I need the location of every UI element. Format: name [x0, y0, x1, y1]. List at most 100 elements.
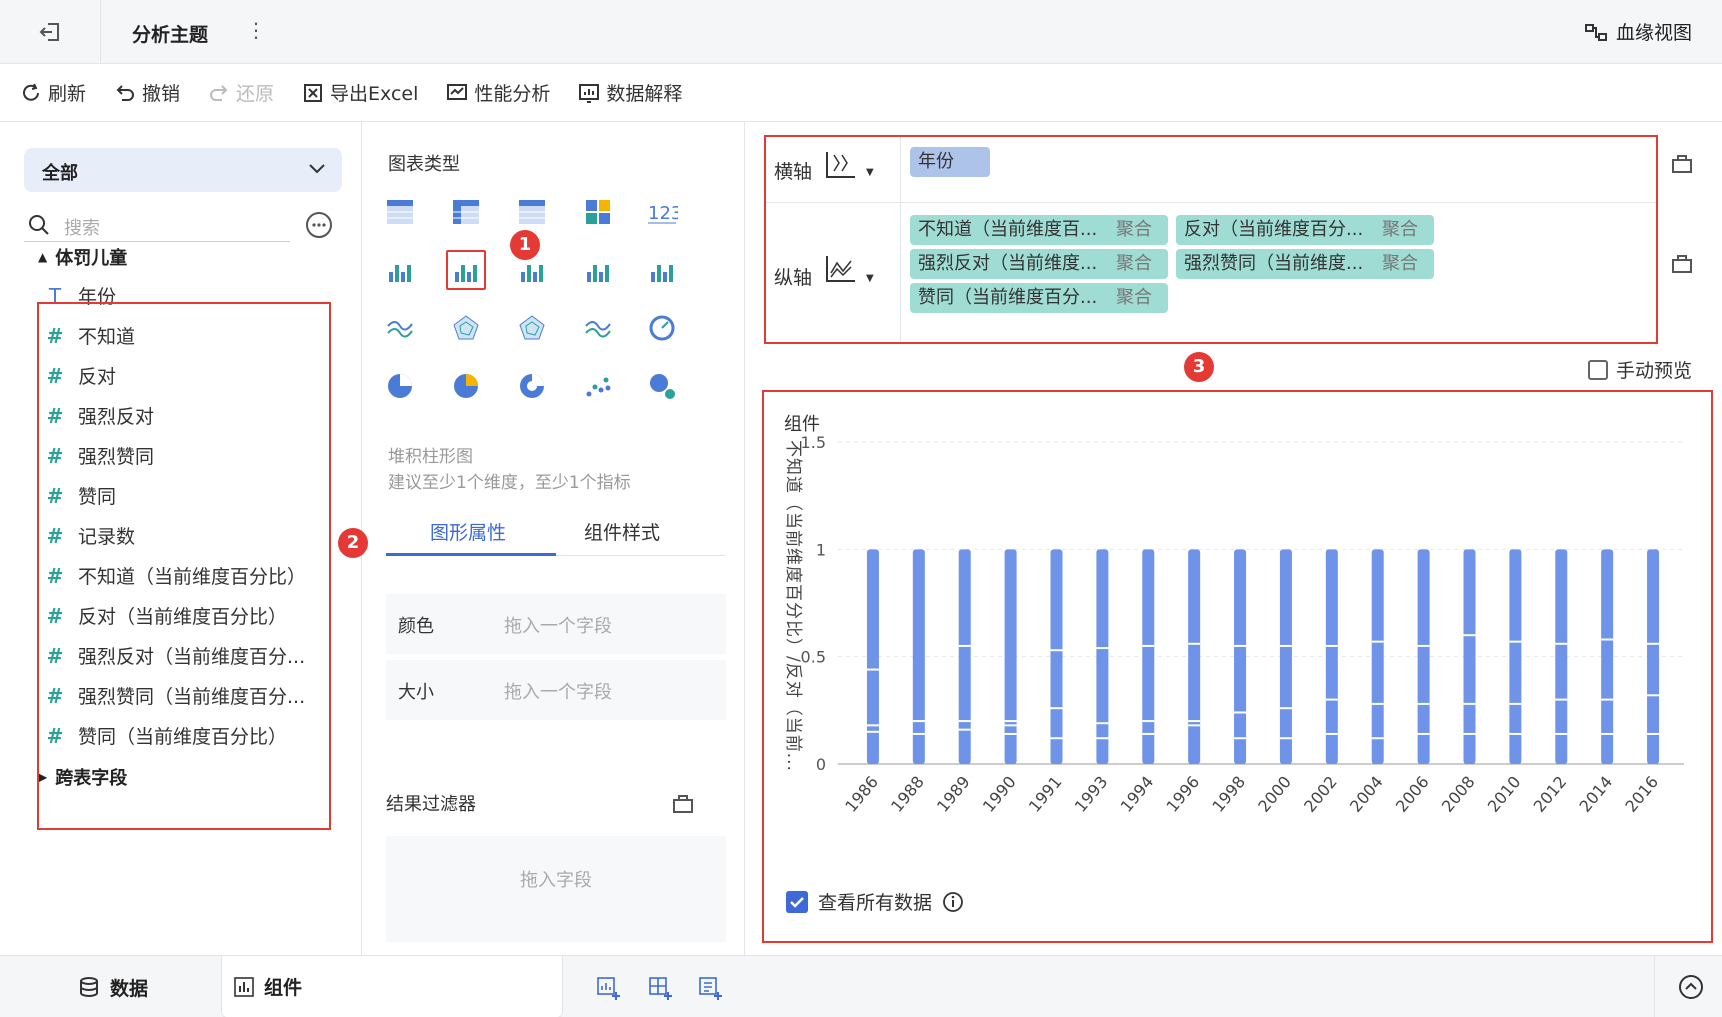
x-axis-label: 横轴 [774, 161, 813, 183]
chart-type-area-icon[interactable] [578, 308, 618, 348]
collapse-up-icon[interactable] [1678, 974, 1704, 1000]
caret-down-icon[interactable]: ▼ [866, 273, 874, 284]
add-table-icon[interactable] [648, 976, 672, 1000]
y-field-chip[interactable]: 强烈赞同（当前维度... 聚合 [1176, 249, 1434, 279]
performance-label: 性能分析 [474, 83, 551, 105]
divider [900, 203, 901, 342]
chart-type-line-icon[interactable] [380, 308, 420, 348]
filter-settings-icon[interactable] [672, 792, 694, 814]
undo-label: 撤销 [142, 83, 181, 105]
scope-select[interactable]: 全部 [24, 148, 342, 192]
component-preview: 组件 0 0.5 1 1.5 不知道（当前维度百分比）/反对（当前... 1986 1988… [762, 390, 1713, 943]
chart-type-scatter-icon[interactable] [578, 366, 618, 406]
chart-type-cross-table-icon[interactable] [446, 192, 486, 232]
data-explain-label: 数据解释 [606, 83, 683, 105]
export-excel-button[interactable]: 导出Excel [302, 79, 418, 106]
chart-type-rose-pie-icon[interactable] [446, 366, 486, 406]
refresh-label: 刷新 [48, 83, 87, 105]
y-field-chip[interactable]: 赞同（当前维度百分... 聚合 [910, 283, 1168, 313]
more-icon[interactable]: ⋮ [246, 18, 266, 42]
info-icon[interactable] [942, 891, 964, 913]
stacked-bar-chart[interactable]: 0 0.5 1 1.5不知道（当前维度百分比）/反对（当前... 1986 1988 198… [774, 436, 1704, 866]
y-axis-settings-icon[interactable] [1671, 252, 1693, 274]
chart-type-table-icon[interactable] [380, 192, 420, 232]
tab-graph-properties[interactable]: 图形属性 [430, 518, 506, 545]
performance-button[interactable]: 性能分析 [446, 79, 550, 106]
chart-type-bar-compare-icon[interactable] [578, 250, 618, 290]
chart-type-radar-icon[interactable] [446, 308, 486, 348]
chart-type-bubble-icon[interactable] [642, 366, 682, 406]
bar [1463, 549, 1476, 764]
x-tick-label: 2004 [1346, 772, 1387, 815]
bar [1371, 549, 1384, 764]
chart-type-stacked-bar-icon[interactable] [446, 250, 486, 290]
chart-types-label: 图表类型 [388, 154, 460, 175]
chart-editor-panel: 横轴 ▼ 年份 纵轴 ▼ 不知道（当前维度百... 聚合 反对（当前维度百分... 聚… [745, 122, 1722, 955]
checkbox-checked-icon[interactable] [786, 890, 808, 913]
chart-type-donut-icon[interactable] [512, 366, 552, 406]
view-all-data-toggle[interactable]: 查看所有数据 [786, 888, 964, 915]
chart-type-detail-table-icon[interactable] [512, 192, 552, 232]
chart-type-column-range-icon[interactable] [642, 250, 682, 290]
chart-type-polar-icon[interactable] [512, 308, 552, 348]
exit-icon[interactable] [36, 18, 64, 46]
step-badge-2: 2 [338, 528, 368, 558]
x-field-chip[interactable]: 年份 [910, 147, 990, 177]
x-tick-label: 1998 [1208, 772, 1249, 815]
x-tick-label: 2014 [1576, 772, 1617, 815]
color-property[interactable]: 颜色 拖入一个字段 [386, 594, 726, 654]
bar [1417, 549, 1430, 764]
y-field-name: 强烈赞同（当前维度... [1184, 253, 1364, 274]
tab-component-label: 组件 [264, 977, 303, 999]
chart-type-kpi-card-icon[interactable] [578, 192, 618, 232]
divider [900, 137, 901, 203]
table-node[interactable]: ▲ 体罚儿童 [38, 244, 127, 270]
manual-preview-checkbox[interactable] [1587, 359, 1608, 380]
selected-chart-hint: 建议至少1个维度，至少1个指标 [388, 473, 631, 493]
database-icon [80, 977, 98, 997]
refresh-button[interactable]: 刷新 [20, 79, 86, 106]
y-field-chip[interactable]: 反对（当前维度百分... 聚合 [1176, 215, 1434, 245]
x-field-name: 年份 [918, 151, 954, 172]
redo-label: 还原 [236, 83, 275, 105]
add-report-icon[interactable] [698, 976, 722, 1000]
result-filter-drop-zone[interactable]: 拖入字段 [386, 836, 726, 942]
x-tick-label: 1989 [933, 772, 974, 815]
chart-type-hint: 堆积柱形图 建议至少1个维度，至少1个指标 [388, 444, 631, 496]
x-axis-settings-icon[interactable] [1671, 152, 1693, 174]
divider [1654, 956, 1655, 1017]
bar [1509, 549, 1522, 764]
excel-icon [304, 83, 323, 102]
y-axis-icon[interactable] [824, 253, 858, 287]
y-field-chip[interactable]: 强烈反对（当前维度... 聚合 [910, 249, 1168, 279]
manual-preview-toggle[interactable]: 手动预览 [1587, 356, 1692, 383]
data-explain-button[interactable]: 数据解释 [578, 79, 682, 106]
chevron-down-icon [309, 164, 325, 174]
search-input[interactable]: 搜索 [24, 208, 290, 242]
chart-type-pie-icon[interactable] [380, 366, 420, 406]
undo-button[interactable]: 撤销 [114, 79, 180, 106]
tab-component[interactable]: 组件 [221, 956, 563, 1017]
chart-icon [234, 976, 254, 997]
caret-down-icon: ▲ [38, 250, 48, 264]
redo-button[interactable]: 还原 [208, 79, 274, 106]
add-component-icon[interactable] [596, 976, 620, 1000]
bar [1142, 549, 1155, 764]
axis-config-highlight: 横轴 ▼ 年份 纵轴 ▼ 不知道（当前维度百... 聚合 反对（当前维度百分... 聚… [764, 135, 1658, 344]
chart-type-grouped-table-icon[interactable] [380, 250, 420, 290]
selected-chart-name: 堆积柱形图 [388, 447, 473, 467]
chart-type-number-card-icon[interactable]: 123 [642, 192, 682, 232]
lineage-view-button[interactable]: 血缘视图 [1584, 18, 1692, 45]
y-field-chip[interactable]: 不知道（当前维度百... 聚合 [910, 215, 1168, 245]
tab-component-style[interactable]: 组件样式 [584, 518, 660, 545]
table-name: 体罚儿童 [55, 248, 128, 269]
caret-down-icon[interactable]: ▼ [866, 167, 874, 178]
chart-type-gauge-icon[interactable] [642, 308, 682, 348]
bar [1555, 549, 1568, 764]
x-tick-label: 1991 [1025, 772, 1066, 815]
size-property[interactable]: 大小 拖入一个字段 [386, 660, 726, 720]
x-axis-icon[interactable] [824, 149, 858, 183]
more-options-icon[interactable] [306, 212, 332, 238]
tab-data[interactable]: 数据 [70, 956, 156, 1017]
result-filter-title: 结果过滤器 [386, 794, 476, 815]
